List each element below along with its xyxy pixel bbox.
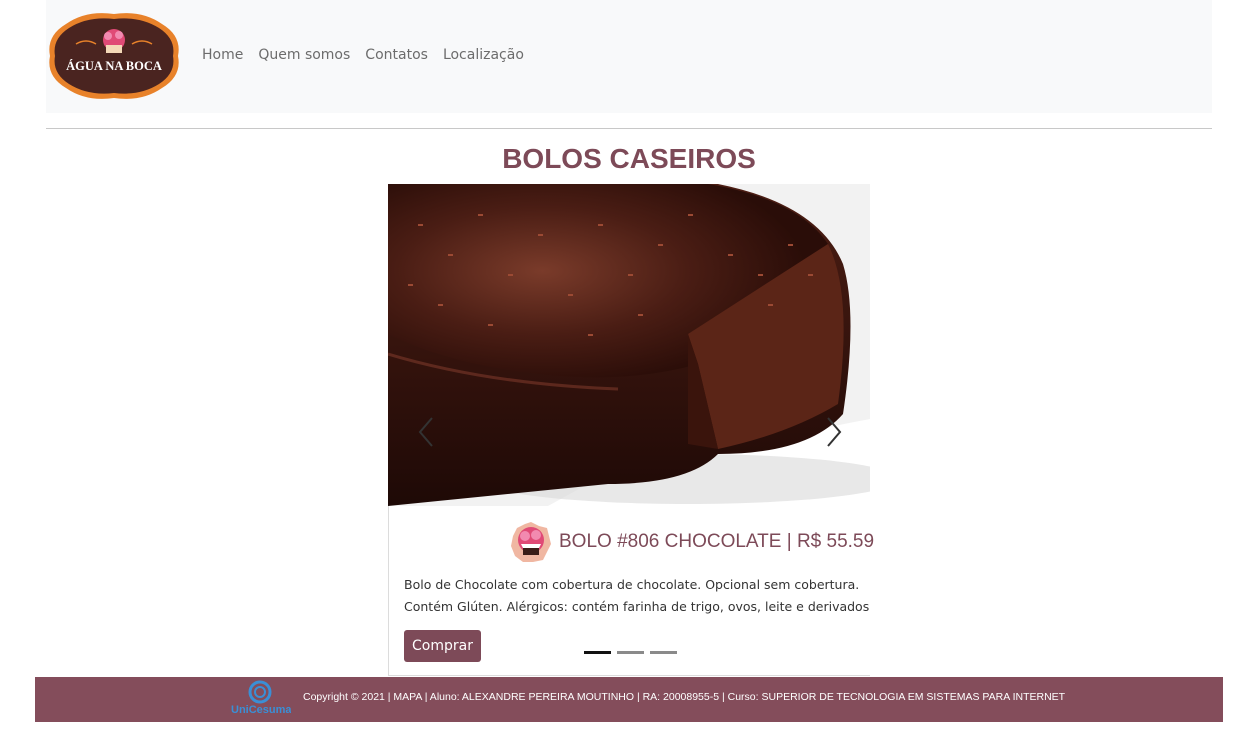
unicesumar-logo: UniCesumar (229, 680, 297, 718)
brand-logo[interactable]: ÁGUA NA BOCA (46, 10, 182, 102)
product-description: Bolo de Chocolate com cobertura de choco… (404, 574, 874, 618)
unicesumar-logo-text: UniCesumar (231, 704, 291, 716)
buy-button[interactable]: Comprar (404, 630, 481, 662)
product-description-line-2: Contém Glúten. Alérgicos: contém farinha… (404, 599, 870, 614)
nav-contatos[interactable]: Contatos (365, 47, 428, 63)
brand-logo-text: ÁGUA NA BOCA (66, 59, 162, 73)
product-heading: BOLO #806 CHOCOLATE | R$ 55.59 (509, 520, 874, 564)
section-title: BOLOS CASEIROS (502, 143, 756, 174)
carousel-indicator-2[interactable] (617, 651, 644, 654)
carousel-indicator-3[interactable] (650, 651, 677, 654)
header-divider (46, 128, 1212, 129)
nav-quem-somos[interactable]: Quem somos (258, 47, 350, 63)
nav-localizacao[interactable]: Localização (443, 47, 524, 63)
carousel-indicator-1[interactable] (584, 651, 611, 654)
product-title: BOLO #806 CHOCOLATE | R$ 55.59 (559, 531, 875, 552)
carousel-next[interactable] (818, 412, 848, 452)
carousel-prev[interactable] (412, 412, 442, 452)
chevron-right-icon (827, 417, 842, 447)
footer-copyright: Copyright © 2021 | MAPA | Aluno: ALEXAND… (303, 691, 1066, 703)
cupcake-icon (511, 522, 551, 562)
product-card: BOLO #806 CHOCOLATE | R$ 55.59 Bolo de C… (388, 506, 874, 676)
nav-home[interactable]: Home (202, 47, 243, 63)
carousel-indicators (584, 651, 677, 654)
chocolate-cake-image (388, 184, 870, 506)
product-carousel: BOLO #806 CHOCOLATE | R$ 55.59 Bolo de C… (388, 184, 874, 676)
navbar: ÁGUA NA BOCA Home Quem somos Contatos Lo… (46, 0, 1212, 113)
main-nav: Home Quem somos Contatos Localização (202, 47, 539, 63)
product-description-line-1: Bolo de Chocolate com cobertura de choco… (404, 577, 860, 592)
chevron-left-icon (418, 417, 433, 447)
footer: UniCesumar Copyright © 2021 | MAPA | Alu… (35, 677, 1223, 722)
